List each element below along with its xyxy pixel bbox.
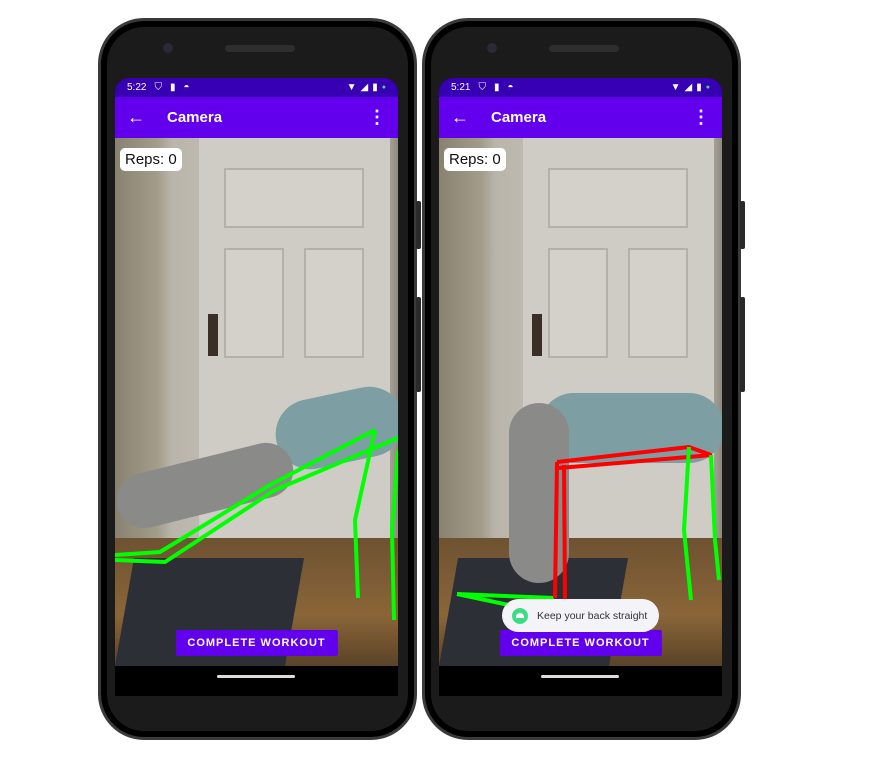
toast-text: Keep your back straight xyxy=(537,609,648,622)
speaker xyxy=(549,45,619,52)
status-bar: 5:22 ⛉ ▮ ◓ ▼ ◢ ▮ ● xyxy=(115,78,398,97)
camera-in-use-dot-icon: ● xyxy=(381,84,386,91)
volume-button xyxy=(740,297,745,392)
power-button xyxy=(740,201,745,249)
status-bar: 5:21 ⛉ ▮ ◓ ▼ ◢ ▮ ● xyxy=(439,78,722,97)
battery-icon: ▮ xyxy=(696,82,702,93)
more-vert-icon[interactable]: ⋮ xyxy=(692,107,710,128)
pose-skeleton xyxy=(115,428,398,621)
phone-2: 5:21 ⛉ ▮ ◓ ▼ ◢ ▮ ● ← Camera ⋮ Reps: 0 CO… xyxy=(422,18,745,740)
shield-icon: ⛉ xyxy=(154,82,162,93)
reps-counter: Reps: 0 xyxy=(444,148,506,171)
status-time: 5:21 xyxy=(451,82,471,93)
front-camera xyxy=(487,43,497,53)
toast-message: Keep your back straight xyxy=(502,599,660,632)
camera-preview: Reps: 0 COMPLETE WORKOUT xyxy=(115,138,398,666)
camera-in-use-dot-icon: ● xyxy=(705,84,710,91)
screen: 5:22 ⛉ ▮ ◓ ▼ ◢ ▮ ● ← Camera ⋮ Reps: 0 CO… xyxy=(115,78,398,696)
home-gesture-bar[interactable] xyxy=(541,675,619,678)
arrow-left-icon[interactable]: ← xyxy=(127,107,167,128)
signal-icon: ◢ xyxy=(684,82,693,93)
app-toolbar: ← Camera ⋮ xyxy=(439,97,722,138)
android-icon xyxy=(512,607,528,624)
sd-card-icon: ▮ xyxy=(493,82,500,93)
page-title: Camera xyxy=(167,109,223,126)
skeleton-line-bad xyxy=(553,461,559,599)
camera-preview: Reps: 0 COMPLETE WORKOUT Keep your back … xyxy=(439,138,722,666)
power-button xyxy=(416,201,421,249)
volume-button xyxy=(416,297,421,392)
arrow-left-icon[interactable]: ← xyxy=(451,107,491,128)
signal-icon: ◢ xyxy=(360,82,369,93)
wifi-icon: ▼ xyxy=(346,82,357,93)
skeleton-line xyxy=(390,449,398,621)
skeleton-line xyxy=(115,428,376,557)
skeleton-line xyxy=(682,446,693,601)
notification-icon: ◓ xyxy=(507,82,514,93)
sd-card-icon: ▮ xyxy=(169,82,176,93)
complete-workout-button[interactable]: COMPLETE WORKOUT xyxy=(175,630,338,656)
reps-counter: Reps: 0 xyxy=(120,148,182,171)
battery-icon: ▮ xyxy=(372,82,378,93)
notification-icon: ◓ xyxy=(183,82,190,93)
more-vert-icon[interactable]: ⋮ xyxy=(368,107,386,128)
front-camera xyxy=(163,43,173,53)
app-toolbar: ← Camera ⋮ xyxy=(115,97,398,138)
shield-icon: ⛉ xyxy=(478,82,486,93)
screen: 5:21 ⛉ ▮ ◓ ▼ ◢ ▮ ● ← Camera ⋮ Reps: 0 CO… xyxy=(439,78,722,696)
page-title: Camera xyxy=(491,109,547,126)
status-time: 5:22 xyxy=(127,82,147,93)
skeleton-line-bad xyxy=(562,464,567,601)
wifi-icon: ▼ xyxy=(670,82,681,93)
pose-skeleton xyxy=(456,445,721,607)
complete-workout-button[interactable]: COMPLETE WORKOUT xyxy=(499,630,662,656)
skeleton-line xyxy=(709,454,721,581)
speaker xyxy=(225,45,295,52)
phone-1: 5:22 ⛉ ▮ ◓ ▼ ◢ ▮ ● ← Camera ⋮ Reps: 0 CO… xyxy=(98,18,421,740)
home-gesture-bar[interactable] xyxy=(217,675,295,678)
